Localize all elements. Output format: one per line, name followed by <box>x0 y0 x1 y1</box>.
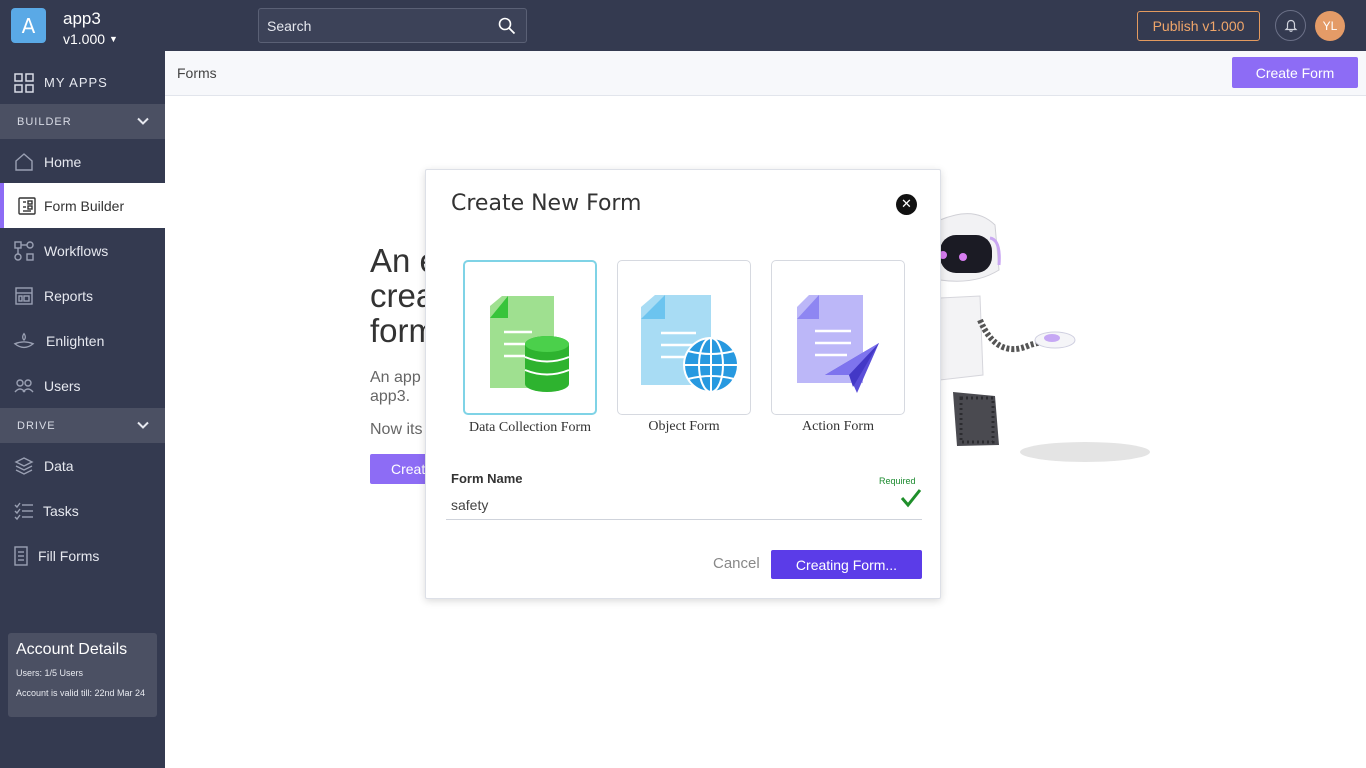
sidebar-item-data[interactable]: Data <box>0 443 165 488</box>
data-icon <box>13 455 35 477</box>
breadcrumb: Forms <box>177 65 217 81</box>
sidebar-item-fill-forms[interactable]: Fill Forms <box>0 533 165 578</box>
users-icon <box>13 375 35 397</box>
sidebar-item-home[interactable]: Home <box>0 139 165 184</box>
sidebar-item-label: Fill Forms <box>38 547 100 564</box>
section-builder[interactable]: BUILDER <box>0 104 165 139</box>
search-input[interactable] <box>267 17 487 34</box>
sidebar-item-label: Tasks <box>43 502 79 519</box>
sidebar-item-my-apps[interactable]: MY APPS <box>0 60 165 105</box>
form-type-card-action[interactable] <box>771 260 905 415</box>
data-collection-form-icon <box>490 296 570 392</box>
dialog-title: Create New Form <box>451 191 642 216</box>
cancel-button[interactable]: Cancel <box>713 555 760 572</box>
lamp-icon <box>13 330 35 352</box>
sidebar-item-label: Form Builder <box>44 197 125 214</box>
sidebar-item-workflows[interactable]: Workflows <box>0 228 165 273</box>
tasks-icon <box>13 500 35 522</box>
sidebar-item-label: Data <box>44 457 74 474</box>
account-users: Users: 1/5 Users <box>16 668 84 678</box>
form-builder-icon <box>16 195 38 217</box>
page-header: Forms Create Form <box>165 51 1366 96</box>
form-type-label: Object Form <box>648 419 720 434</box>
account-validity: Account is valid till: 22nd Mar 24 <box>16 688 146 698</box>
workflow-icon <box>13 240 35 262</box>
search-icon[interactable] <box>498 17 516 35</box>
fill-forms-icon <box>10 545 32 567</box>
account-details: Account Details Users: 1/5 Users Account… <box>8 633 157 717</box>
sidebar-item-users[interactable]: Users <box>0 363 165 408</box>
section-label: DRIVE <box>17 419 56 432</box>
robot-illustration <box>939 213 1150 462</box>
create-form-submit-button[interactable]: Creating Form... <box>771 550 922 579</box>
form-name-input[interactable] <box>446 490 922 520</box>
sidebar: MY APPS BUILDER Home Form Builder Workfl… <box>0 51 165 768</box>
empty-state-create-button[interactable]: Creat <box>370 454 430 484</box>
sidebar-item-label: Users <box>44 377 81 394</box>
home-icon <box>13 151 35 173</box>
bell-icon <box>1284 19 1297 32</box>
sidebar-item-label: Home <box>44 153 82 170</box>
notifications-button[interactable] <box>1275 10 1306 41</box>
form-type-label: Action Form <box>802 419 874 434</box>
caret-down-icon: ▼ <box>109 34 118 44</box>
version-selector[interactable]: v1.000 ▼ <box>63 31 118 47</box>
grid-icon <box>13 72 35 94</box>
version-label: v1.000 <box>63 31 106 47</box>
action-form-icon <box>797 295 879 393</box>
avatar[interactable]: YL <box>1315 11 1345 41</box>
app-logo[interactable]: A <box>11 8 46 43</box>
section-drive[interactable]: DRIVE <box>0 408 165 443</box>
create-form-button[interactable]: Create Form <box>1232 57 1358 88</box>
form-type-label: Data Collection Form <box>468 420 592 435</box>
chevron-down-icon <box>137 421 149 429</box>
form-name-label: Form Name <box>451 471 523 486</box>
app-name: app3 <box>63 9 101 28</box>
sidebar-item-label: Workflows <box>44 242 109 259</box>
required-indicator: Required <box>879 476 916 486</box>
sidebar-item-label: Enlighten <box>46 332 105 349</box>
sidebar-item-label: MY APPS <box>44 75 108 90</box>
close-icon: ✕ <box>901 197 912 212</box>
sidebar-item-label: Reports <box>44 287 94 304</box>
create-form-dialog: Create New Form ✕ Data Collection Form O… <box>425 169 941 599</box>
sidebar-item-form-builder[interactable]: Form Builder <box>0 183 165 228</box>
form-type-card-object[interactable] <box>617 260 751 415</box>
section-label: BUILDER <box>17 115 72 128</box>
close-button[interactable]: ✕ <box>896 194 917 215</box>
chevron-down-icon <box>137 117 149 125</box>
form-type-card-data-collection[interactable] <box>463 260 597 415</box>
reports-icon <box>13 285 35 307</box>
top-bar: A app3 v1.000 ▼ Publish v1.000 YL <box>0 0 1366 51</box>
search-box[interactable] <box>258 8 527 43</box>
sidebar-item-reports[interactable]: Reports <box>0 273 165 318</box>
sidebar-item-tasks[interactable]: Tasks <box>0 488 165 533</box>
publish-button[interactable]: Publish v1.000 <box>1137 11 1260 41</box>
account-title: Account Details <box>16 641 128 658</box>
object-form-icon <box>641 295 739 393</box>
sidebar-item-enlighten[interactable]: Enlighten <box>0 318 165 363</box>
